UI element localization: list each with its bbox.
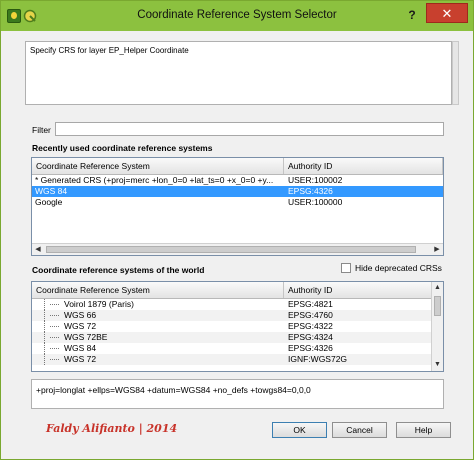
table-row[interactable]: WGS 72 EPSG:4322 <box>32 321 443 332</box>
world-crs-title: Coordinate reference systems of the worl… <box>32 265 205 275</box>
scroll-thumb[interactable] <box>434 296 441 316</box>
tree-branch <box>50 348 59 349</box>
recent-crs-title: Recently used coordinate reference syste… <box>32 143 213 153</box>
authority-id-cell: EPSG:4324 <box>288 332 333 342</box>
scroll-up-icon[interactable]: ▲ <box>433 283 442 293</box>
filter-input[interactable] <box>55 122 444 136</box>
close-button[interactable]: ✕ <box>426 3 468 23</box>
recent-horizontal-scrollbar[interactable]: ◀ ▶ <box>32 243 443 255</box>
hide-deprecated-checkbox[interactable] <box>341 263 351 273</box>
proj-definition-text: +proj=longlat +ellps=WGS84 +datum=WGS84 … <box>31 379 444 409</box>
window-title: Coordinate Reference System Selector <box>137 9 337 21</box>
tree-line <box>44 343 45 354</box>
recent-col-crs-header[interactable]: Coordinate Reference System <box>32 158 284 174</box>
table-row[interactable]: * Generated CRS (+proj=merc +lon_0=0 +la… <box>32 175 443 186</box>
help-button[interactable]: Help <box>396 422 451 438</box>
description-scrollbar[interactable] <box>452 41 459 105</box>
tree-line <box>44 354 45 365</box>
world-col-authority-header[interactable]: Authority ID <box>284 282 443 298</box>
authority-id-cell: EPSG:4760 <box>288 310 333 320</box>
tree-branch <box>50 337 59 338</box>
cancel-button[interactable]: Cancel <box>332 422 387 438</box>
scroll-left-icon[interactable]: ◀ <box>33 245 43 254</box>
authority-id-cell: EPSG:4326 <box>288 343 333 353</box>
ok-button[interactable]: OK <box>272 422 327 438</box>
authority-id-cell: EPSG:4322 <box>288 321 333 331</box>
tree-branch <box>50 359 59 360</box>
table-row-selected[interactable]: WGS 84 EPSG:4326 <box>32 186 443 197</box>
table-row[interactable]: WGS 72BE EPSG:4324 <box>32 332 443 343</box>
recent-col-authority-header[interactable]: Authority ID <box>284 158 443 174</box>
crs-name-cell: WGS 84 <box>35 186 68 196</box>
crs-name-cell: * Generated CRS (+proj=merc +lon_0=0 +la… <box>35 175 274 185</box>
authority-id-cell: EPSG:4326 <box>288 186 333 196</box>
hide-deprecated-toggle[interactable]: Hide deprecated CRSs <box>341 263 442 273</box>
world-vertical-scrollbar[interactable]: ▲ ▼ <box>431 282 443 371</box>
crs-name-cell: Google <box>35 197 63 207</box>
title-bar[interactable]: Coordinate Reference System Selector ? ✕ <box>1 1 473 31</box>
crs-name-cell: Voirol 1879 (Paris) <box>64 299 134 309</box>
recent-crs-table[interactable]: Coordinate Reference System Authority ID… <box>31 157 444 256</box>
table-row[interactable]: WGS 72 IGNF:WGS72G <box>32 354 443 365</box>
world-table-header: Coordinate Reference System Authority ID <box>32 282 443 299</box>
recent-table-header: Coordinate Reference System Authority ID <box>32 158 443 175</box>
crs-name-cell: WGS 72BE <box>64 332 108 342</box>
crs-name-cell: WGS 72 <box>64 354 97 364</box>
tree-branch <box>50 304 59 305</box>
scroll-down-icon[interactable]: ▼ <box>433 360 442 370</box>
title-help-button[interactable]: ? <box>404 7 420 23</box>
description-text: Specify CRS for layer EP_Helper Coordina… <box>25 41 452 105</box>
tree-line <box>44 299 45 310</box>
authority-id-cell: IGNF:WGS72G <box>288 354 348 364</box>
scroll-right-icon[interactable]: ▶ <box>432 245 442 254</box>
world-crs-table[interactable]: Coordinate Reference System Authority ID… <box>31 281 444 372</box>
authority-id-cell: USER:100000 <box>288 197 343 207</box>
crs-selector-dialog: Coordinate Reference System Selector ? ✕… <box>0 0 474 460</box>
tree-line <box>44 321 45 332</box>
world-col-crs-header[interactable]: Coordinate Reference System <box>32 282 284 298</box>
filter-label: Filter <box>32 125 51 135</box>
table-row[interactable]: Google USER:100000 <box>32 197 443 208</box>
table-row[interactable]: WGS 84 EPSG:4326 <box>32 343 443 354</box>
authority-id-cell: EPSG:4821 <box>288 299 333 309</box>
tree-line <box>44 310 45 321</box>
scroll-thumb[interactable] <box>46 246 416 253</box>
author-watermark: Faldy Alifianto | 2014 <box>46 422 178 435</box>
authority-id-cell: USER:100002 <box>288 175 343 185</box>
tree-line <box>44 332 45 343</box>
table-row[interactable]: WGS 66 EPSG:4760 <box>32 310 443 321</box>
crs-name-cell: WGS 84 <box>64 343 97 353</box>
tree-branch <box>50 326 59 327</box>
recent-table-body: * Generated CRS (+proj=merc +lon_0=0 +la… <box>32 175 443 208</box>
tree-branch <box>50 315 59 316</box>
world-table-body: Voirol 1879 (Paris) EPSG:4821 WGS 66 EPS… <box>32 299 443 365</box>
crs-name-cell: WGS 72 <box>64 321 97 331</box>
hide-deprecated-label: Hide deprecated CRSs <box>355 263 442 273</box>
table-row[interactable]: Voirol 1879 (Paris) EPSG:4821 <box>32 299 443 310</box>
crs-name-cell: WGS 66 <box>64 310 97 320</box>
